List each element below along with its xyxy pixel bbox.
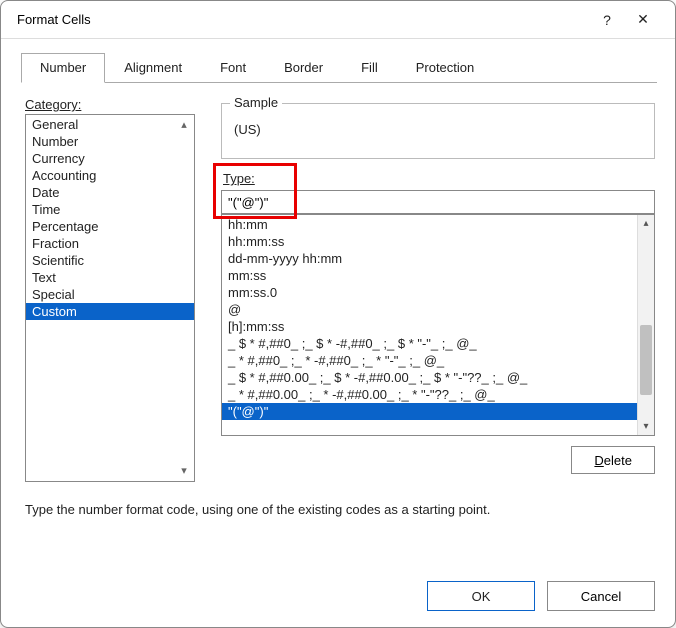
window-title: Format Cells: [17, 12, 589, 27]
format-item[interactable]: dd-mm-yyyy hh:mm: [222, 250, 637, 267]
type-input[interactable]: [221, 190, 655, 214]
titlebar: Format Cells ? ✕: [1, 1, 675, 39]
tab-underline: [21, 82, 657, 83]
cancel-button[interactable]: Cancel: [547, 581, 655, 611]
category-item[interactable]: Scientific: [26, 252, 194, 269]
scroll-thumb[interactable]: [640, 325, 652, 395]
hint-text: Type the number format code, using one o…: [25, 502, 655, 517]
scroll-track[interactable]: [638, 232, 654, 418]
type-label: Type:: [221, 169, 259, 188]
delete-row: Delete: [221, 446, 655, 474]
sample-label: Sample: [230, 95, 282, 110]
format-list-items: hh:mmhh:mm:ssdd-mm-yyyy hh:mmmm:ssmm:ss.…: [222, 215, 637, 435]
tab-alignment[interactable]: Alignment: [105, 53, 201, 83]
type-area: Type:: [221, 169, 655, 214]
category-column: Category: ▴ ▾ GeneralNumberCurrencyAccou…: [25, 97, 195, 482]
number-panel-row: Category: ▴ ▾ GeneralNumberCurrencyAccou…: [25, 97, 655, 482]
scroll-down-icon[interactable]: ▾: [638, 418, 654, 435]
category-item[interactable]: Currency: [26, 150, 194, 167]
tab-font[interactable]: Font: [201, 53, 265, 83]
ok-button[interactable]: OK: [427, 581, 535, 611]
sample-box: Sample (US): [221, 103, 655, 159]
tab-strip: NumberAlignmentFontBorderFillProtection: [1, 39, 675, 83]
format-item[interactable]: hh:mm: [222, 216, 637, 233]
category-item[interactable]: Time: [26, 201, 194, 218]
category-item[interactable]: Custom: [26, 303, 194, 320]
category-item[interactable]: Text: [26, 269, 194, 286]
close-icon[interactable]: ✕: [625, 11, 661, 28]
category-item[interactable]: Percentage: [26, 218, 194, 235]
format-item[interactable]: mm:ss: [222, 267, 637, 284]
format-item[interactable]: [h]:mm:ss: [222, 318, 637, 335]
format-item[interactable]: _ $ * #,##0_ ;_ $ * -#,##0_ ;_ $ * "-"_ …: [222, 335, 637, 352]
format-item[interactable]: _ $ * #,##0.00_ ;_ $ * -#,##0.00_ ;_ $ *…: [222, 369, 637, 386]
tab-panel-number: Category: ▴ ▾ GeneralNumberCurrencyAccou…: [1, 83, 675, 567]
help-icon[interactable]: ?: [589, 12, 625, 28]
sample-value: (US): [222, 104, 654, 137]
delete-button[interactable]: Delete: [571, 446, 655, 474]
tab-border[interactable]: Border: [265, 53, 342, 83]
format-item[interactable]: _ * #,##0.00_ ;_ * -#,##0.00_ ;_ * "-"??…: [222, 386, 637, 403]
scroll-up-icon[interactable]: ▴: [638, 215, 654, 232]
category-label: Category:: [25, 97, 195, 112]
dialog-buttons: OK Cancel: [1, 567, 675, 627]
tab-number[interactable]: Number: [21, 53, 105, 83]
right-column: Sample (US) Type: hh:mmhh:mm:ssdd-mm-yyy…: [221, 97, 655, 482]
category-item[interactable]: General: [26, 116, 194, 133]
category-list[interactable]: ▴ ▾ GeneralNumberCurrencyAccountingDateT…: [25, 114, 195, 482]
format-item[interactable]: _ * #,##0_ ;_ * -#,##0_ ;_ * "-"_ ;_ @_: [222, 352, 637, 369]
category-item[interactable]: Accounting: [26, 167, 194, 184]
tab-fill[interactable]: Fill: [342, 53, 397, 83]
format-item[interactable]: "("@")": [222, 403, 637, 420]
category-item[interactable]: Fraction: [26, 235, 194, 252]
format-list[interactable]: hh:mmhh:mm:ssdd-mm-yyyy hh:mmmm:ssmm:ss.…: [221, 214, 655, 436]
format-item[interactable]: hh:mm:ss: [222, 233, 637, 250]
scroll-down-icon[interactable]: ▾: [175, 462, 193, 480]
tab-protection[interactable]: Protection: [397, 53, 494, 83]
category-item[interactable]: Special: [26, 286, 194, 303]
format-scrollbar[interactable]: ▴ ▾: [637, 215, 654, 435]
format-cells-dialog: Format Cells ? ✕ NumberAlignmentFontBord…: [0, 0, 676, 628]
scroll-up-icon[interactable]: ▴: [175, 116, 193, 134]
format-item[interactable]: mm:ss.0: [222, 284, 637, 301]
category-item[interactable]: Date: [26, 184, 194, 201]
category-item[interactable]: Number: [26, 133, 194, 150]
format-item[interactable]: @: [222, 301, 637, 318]
